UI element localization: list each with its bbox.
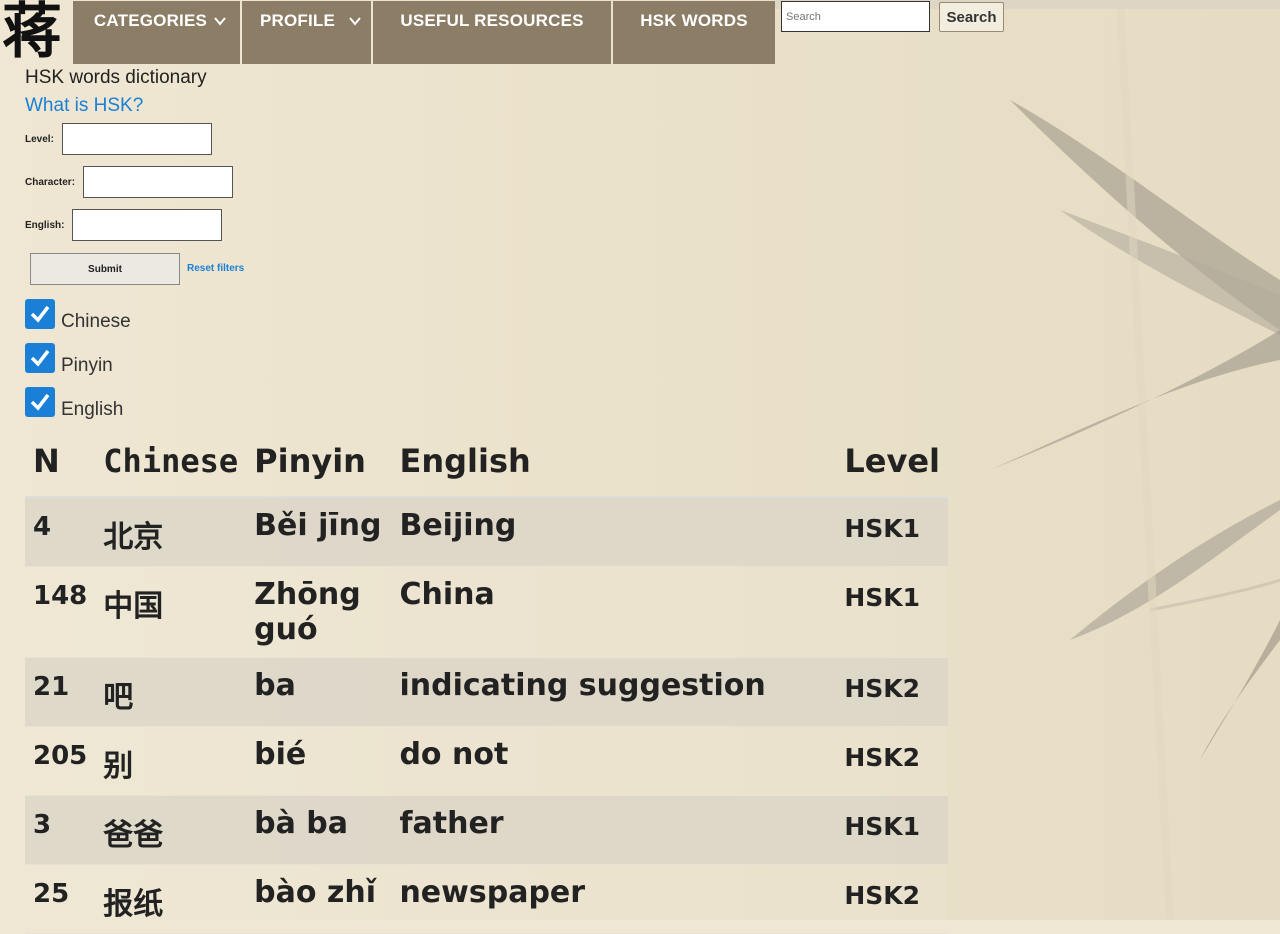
header-pinyin[interactable]: Pinyin (246, 428, 392, 498)
chevron-down-icon (349, 13, 361, 29)
cell-chinese: 别 (95, 726, 247, 796)
cell-n: 148 (25, 566, 96, 658)
nav-hsk-label: HSK WORDS (640, 10, 748, 30)
cell-n: 3 (25, 795, 96, 865)
header-english[interactable]: English (391, 428, 837, 498)
nav-profile-label: PROFILE (259, 10, 336, 30)
chevron-down-icon (214, 13, 226, 29)
english-field[interactable] (72, 209, 222, 241)
what-is-hsk-link[interactable]: What is HSK? (25, 95, 143, 117)
character-field[interactable] (83, 166, 233, 198)
cell-pinyin: Běi jīng (246, 497, 392, 567)
check-icon (30, 349, 50, 367)
toggle-english[interactable]: English (25, 387, 123, 420)
cell-english: indicating suggestion (391, 657, 837, 727)
english-label: English: (25, 220, 65, 231)
cell-pinyin: bié (246, 726, 392, 796)
nav-hsk-words[interactable]: HSK WORDS (613, 1, 775, 64)
cell-pinyin: bào zhǐ (246, 864, 392, 934)
check-icon (30, 305, 50, 323)
table-row: 148 中国 Zhōng guó China HSK1 (25, 566, 948, 658)
submit-button[interactable]: Submit (30, 253, 180, 285)
checkbox-english[interactable] (25, 387, 55, 417)
reset-filters-link[interactable]: Reset filters (187, 263, 244, 274)
cell-level: HSK2 (836, 657, 948, 727)
nav-resources-label: USEFUL RESOURCES (400, 10, 584, 30)
toggle-pinyin[interactable]: Pinyin (25, 343, 113, 376)
cell-level: HSK2 (836, 864, 948, 934)
cell-level: HSK1 (836, 566, 948, 658)
toggle-chinese[interactable]: Chinese (25, 299, 131, 332)
search-input[interactable] (781, 1, 930, 32)
search-button[interactable]: Search (939, 2, 1004, 32)
table-row: 3 爸爸 bà ba father HSK1 (25, 795, 948, 865)
header-chinese[interactable]: Chinese (95, 428, 247, 498)
cell-n: 21 (25, 657, 96, 727)
cell-chinese: 吧 (95, 657, 247, 727)
cell-level: HSK1 (836, 795, 948, 865)
cell-n: 205 (25, 726, 96, 796)
toggle-english-label: English (61, 399, 124, 420)
level-label: Level: (25, 134, 54, 145)
toggle-chinese-label: Chinese (61, 311, 131, 332)
cell-pinyin: Zhōng guó (246, 566, 392, 658)
checkbox-pinyin[interactable] (25, 343, 55, 373)
cell-chinese: 报纸 (95, 864, 247, 934)
cell-english: newspaper (391, 864, 837, 934)
level-field[interactable] (62, 123, 212, 155)
cell-n: 25 (25, 864, 96, 934)
checkbox-chinese[interactable] (25, 299, 55, 329)
table-row: 25 报纸 bào zhǐ newspaper HSK2 (25, 864, 948, 934)
character-label: Character: (25, 177, 76, 188)
cell-english: Beijing (391, 497, 837, 567)
cell-pinyin: bà ba (246, 795, 392, 865)
words-table: N Chinese Pinyin English Level 4 北京 Běi … (25, 428, 948, 934)
page-title: HSK words dictionary (25, 67, 207, 88)
words-table-wrapper: N Chinese Pinyin English Level 4 北京 Běi … (25, 428, 948, 934)
toggle-pinyin-label: Pinyin (61, 355, 113, 376)
check-icon (30, 393, 50, 411)
cell-pinyin: ba (246, 657, 392, 727)
table-header-row: N Chinese Pinyin English Level (25, 428, 948, 498)
header-level[interactable]: Level (836, 428, 948, 498)
nav-useful-resources[interactable]: USEFUL RESOURCES (373, 1, 611, 64)
cell-n: 4 (25, 497, 96, 567)
cell-chinese: 爸爸 (95, 795, 247, 865)
nav-categories-label: CATEGORIES (93, 10, 208, 30)
cell-english: father (391, 795, 837, 865)
table-row: 21 吧 ba indicating suggestion HSK2 (25, 657, 948, 727)
header-n[interactable]: N (25, 428, 96, 498)
table-row: 205 别 bié do not HSK2 (25, 726, 948, 796)
cell-level: HSK1 (836, 497, 948, 567)
cell-english: China (391, 566, 837, 658)
cell-level: HSK2 (836, 726, 948, 796)
nav-categories[interactable]: CATEGORIES (73, 1, 240, 64)
table-row: 4 北京 Běi jīng Beijing HSK1 (25, 497, 948, 567)
cell-chinese: 北京 (95, 497, 247, 567)
nav-profile[interactable]: PROFILE (242, 1, 371, 64)
cell-chinese: 中国 (95, 566, 247, 658)
logo-glyph: 蒋 (2, 0, 62, 67)
cell-english: do not (391, 726, 837, 796)
site-logo[interactable]: 蒋 (0, 0, 64, 64)
